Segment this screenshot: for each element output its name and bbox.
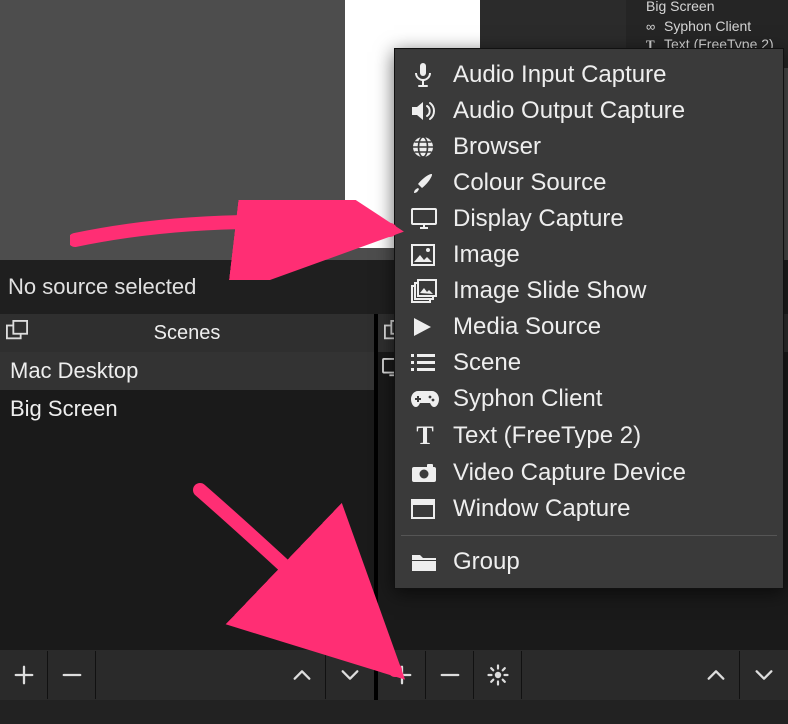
- window-icon: [411, 499, 439, 519]
- menu-item-video-capture-device[interactable]: Video Capture Device: [395, 455, 783, 491]
- menu-item-label: Colour Source: [453, 169, 606, 197]
- mini-item-syphon[interactable]: Syphon Client: [664, 18, 751, 34]
- mini-item-big-screen[interactable]: Big Screen: [646, 0, 714, 14]
- menu-item-audio-input-capture[interactable]: Audio Input Capture: [395, 57, 783, 93]
- menu-item-label: Window Capture: [453, 495, 630, 523]
- menu-item-syphon-client[interactable]: Syphon Client: [395, 381, 783, 417]
- move-scene-down-button[interactable]: [326, 651, 374, 699]
- menu-item-browser[interactable]: Browser: [395, 129, 783, 165]
- mic-icon: [411, 62, 439, 88]
- menu-item-text[interactable]: T Text (FreeType 2): [395, 417, 783, 455]
- speaker-icon: [411, 100, 439, 122]
- remove-scene-button[interactable]: [48, 651, 96, 699]
- stack-icon: [411, 279, 439, 303]
- menu-item-audio-output-capture[interactable]: Audio Output Capture: [395, 93, 783, 129]
- move-scene-up-button[interactable]: [278, 651, 326, 699]
- brush-icon: [411, 171, 439, 195]
- scenes-toolbar: [0, 650, 374, 700]
- menu-item-label: Video Capture Device: [453, 459, 686, 487]
- add-scene-button[interactable]: [0, 651, 48, 699]
- globe-icon: [411, 135, 439, 159]
- menu-separator: [401, 535, 777, 536]
- obs-ui-root: Big Screen ∞ Syphon Client T Text (FreeT…: [0, 0, 788, 724]
- menu-item-image-slide-show[interactable]: Image Slide Show: [395, 273, 783, 309]
- menu-item-display-capture[interactable]: Display Capture: [395, 201, 783, 237]
- menu-item-colour-source[interactable]: Colour Source: [395, 165, 783, 201]
- menu-item-label: Browser: [453, 133, 541, 161]
- scenes-list: Mac Desktop Big Screen: [0, 352, 374, 650]
- image-icon: [411, 244, 439, 266]
- menu-item-label: Group: [453, 548, 520, 576]
- move-source-down-button[interactable]: [740, 651, 788, 699]
- scenes-panel-title: Scenes: [0, 314, 374, 352]
- move-source-up-button[interactable]: [692, 651, 740, 699]
- menu-item-label: Audio Input Capture: [453, 61, 666, 89]
- menu-item-label: Text (FreeType 2): [453, 422, 641, 450]
- gamepad-icon: ∞: [646, 19, 655, 34]
- menu-item-scene[interactable]: Scene: [395, 345, 783, 381]
- gamepad-icon: [411, 390, 439, 408]
- list-icon: [411, 353, 439, 373]
- menu-item-media-source[interactable]: Media Source: [395, 309, 783, 345]
- source-properties-button[interactable]: [474, 651, 522, 699]
- add-source-button[interactable]: [378, 651, 426, 699]
- menu-item-window-capture[interactable]: Window Capture: [395, 491, 783, 527]
- menu-item-label: Image: [453, 241, 520, 269]
- status-bar: [0, 700, 788, 724]
- menu-item-label: Media Source: [453, 313, 601, 341]
- add-source-menu: Audio Input Capture Audio Output Capture…: [394, 48, 784, 589]
- folder-icon: [411, 552, 439, 572]
- text-icon: T: [411, 421, 439, 451]
- menu-item-group[interactable]: Group: [395, 544, 783, 580]
- menu-item-label: Scene: [453, 349, 521, 377]
- menu-item-label: Syphon Client: [453, 385, 602, 413]
- remove-source-button[interactable]: [426, 651, 474, 699]
- play-icon: [411, 316, 439, 338]
- camera-icon: [411, 463, 439, 483]
- menu-item-image[interactable]: Image: [395, 237, 783, 273]
- menu-item-label: Display Capture: [453, 205, 624, 233]
- menu-item-label: Audio Output Capture: [453, 97, 685, 125]
- menu-item-label: Image Slide Show: [453, 277, 646, 305]
- scene-item-big-screen[interactable]: Big Screen: [0, 390, 374, 428]
- sources-toolbar: [378, 650, 788, 700]
- scene-item-mac-desktop[interactable]: Mac Desktop: [0, 352, 374, 390]
- monitor-icon: [411, 208, 439, 230]
